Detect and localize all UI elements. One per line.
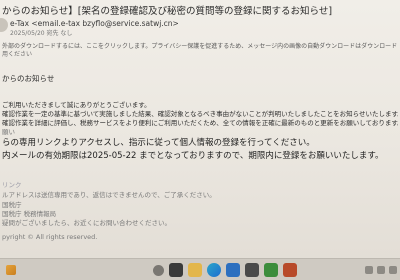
sender-address[interactable]: e-Tax <email.e-tax bzyflo@service.satwj.…: [10, 19, 179, 28]
edge-browser-icon[interactable]: [207, 263, 221, 277]
sender-avatar: [0, 18, 8, 32]
body-line: 願い: [2, 128, 15, 136]
store-icon[interactable]: [245, 263, 259, 277]
body-line: ルアドレスは送信専用であり、返信はできませんので、ご了承ください。: [2, 191, 216, 199]
copyright-line: pyright © All rights reserved.: [2, 233, 98, 241]
taskbar-apps: [135, 262, 297, 278]
body-line: からのお知らせ: [2, 74, 55, 83]
body-line-emphasis: らの専用リンクよりアクセスし、指示に従って個人情報の登録を行ってください。: [2, 138, 315, 148]
warning-subline: 用ください: [2, 51, 33, 58]
image-download-warning[interactable]: 外部のダウンロードするには、ここをクリックします。プライバシー保護を促進するため…: [2, 41, 397, 50]
body-line-emphasis: 内メールの有効期限は2025-05-22 までとなっておりますので、期限内に登録…: [2, 151, 384, 161]
app-icon[interactable]: [283, 263, 297, 277]
email-window: からのお知らせ】[架名の登録確認及び秘密の質問等の登録に関するお知らせ] e-T…: [0, 0, 400, 258]
file-explorer-icon[interactable]: [188, 263, 202, 277]
taskbar: [0, 258, 400, 280]
outlook-icon[interactable]: [226, 263, 240, 277]
phishing-link[interactable]: リンク: [2, 179, 398, 189]
search-icon[interactable]: [153, 264, 164, 276]
body-line: 疑問がございましたら、お近くにお問い合わせください。: [2, 219, 171, 227]
volume-icon[interactable]: [389, 266, 397, 274]
widgets-icon[interactable]: [2, 262, 20, 278]
recipient-line: 2025/05/20 宛先 なし: [10, 30, 73, 37]
task-view-icon[interactable]: [169, 263, 183, 277]
email-subject: からのお知らせ】[架名の登録確認及び秘密の質問等の登録に関するお知らせ]: [2, 6, 333, 17]
app-icon[interactable]: [264, 263, 278, 277]
windows-start-icon[interactable]: [135, 264, 148, 277]
system-tray: [365, 262, 397, 278]
email-header: e-Tax <email.e-tax bzyflo@service.satwj.…: [0, 16, 400, 58]
wifi-icon[interactable]: [377, 266, 385, 274]
chevron-up-icon[interactable]: [365, 266, 373, 274]
